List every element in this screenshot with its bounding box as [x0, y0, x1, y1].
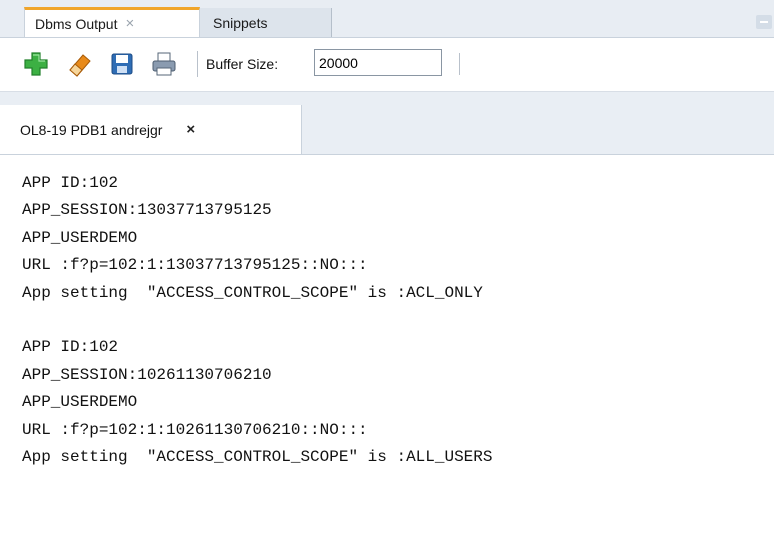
tab-snippets-label: Snippets: [213, 14, 268, 31]
minimize-icon[interactable]: [756, 15, 772, 29]
output-line: APP_USERDEMO: [22, 393, 138, 412]
tab-dbms-output[interactable]: Dbms Output ×: [24, 7, 200, 37]
connection-close-icon[interactable]: ×: [186, 121, 195, 138]
print-icon[interactable]: [150, 50, 178, 78]
output-line: App setting "ACCESS_CONTROL_SCOPE" is :A…: [22, 283, 483, 302]
tab-close-icon[interactable]: ×: [125, 15, 134, 32]
output-line: APP ID:102: [22, 338, 119, 357]
tab-snippets[interactable]: Snippets: [200, 8, 332, 37]
output-line: APP_SESSION:13037713795125: [22, 201, 272, 220]
tab-dbms-output-label: Dbms Output: [35, 15, 118, 32]
output-line: App setting "ACCESS_CONTROL_SCOPE" is :A…: [22, 447, 493, 466]
panel-tab-bar: Dbms Output × Snippets: [0, 0, 774, 38]
buffer-size-input[interactable]: [314, 49, 442, 76]
buffer-size-label: Buffer Size:: [197, 51, 278, 77]
output-line: APP ID:102: [22, 174, 119, 192]
add-icon[interactable]: [22, 50, 50, 78]
eraser-icon[interactable]: [66, 50, 94, 78]
output-line: URL :f?p=102:1:13037713795125::NO:::: [22, 256, 368, 275]
toolbar-divider: [459, 53, 460, 75]
connection-tab[interactable]: OL8-19 PDB1 andrejgr ×: [0, 105, 302, 154]
connection-tab-bar: OL8-19 PDB1 andrejgr ×: [0, 92, 774, 155]
connection-tab-label: OL8-19 PDB1 andrejgr: [20, 121, 163, 138]
dbms-output-area[interactable]: APP ID:102 APP_SESSION:13037713795125 AP…: [0, 155, 774, 533]
save-icon[interactable]: [108, 50, 136, 78]
output-line: APP_USERDEMO: [22, 228, 138, 247]
output-line: URL :f?p=102:1:10261130706210::NO:::: [22, 420, 368, 439]
output-toolbar: Buffer Size:: [0, 38, 774, 92]
output-line: APP_SESSION:10261130706210: [22, 365, 272, 384]
